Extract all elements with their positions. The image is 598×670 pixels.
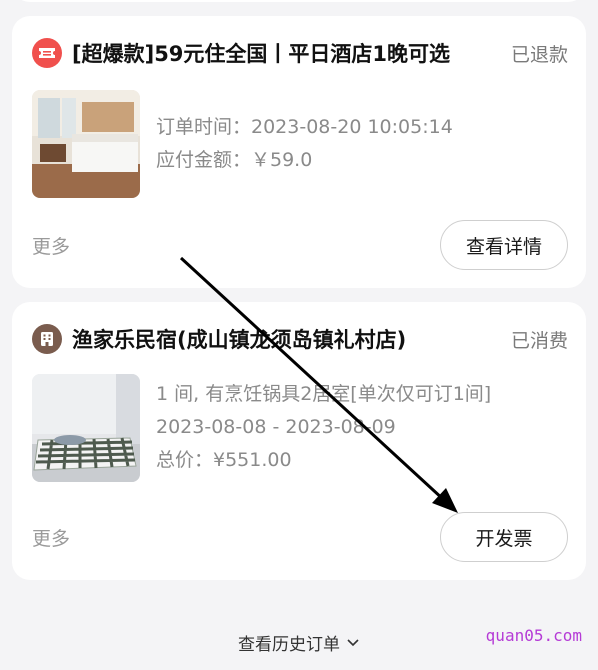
view-details-button[interactable]: 查看详情	[440, 220, 568, 270]
order-header: [超爆款]59元住全国丨平日酒店1晚可选 已退款	[32, 36, 568, 70]
more-button[interactable]: 更多	[32, 232, 70, 259]
total-price: 总价：¥551.00	[156, 449, 292, 471]
more-button[interactable]: 更多	[32, 524, 70, 551]
hotel-room-thumbnail[interactable]	[32, 90, 140, 198]
room-description: 1 间, 有烹饪锅具2居室[单次仅可订1间]	[156, 383, 492, 405]
order-card: 渔家乐民宿(成山镇龙须岛镇礼村店) 已消费 1 间, 有烹饪锅具2居室[单次仅可…	[12, 302, 586, 580]
amount-due: 应付金额：￥59.0	[156, 149, 313, 171]
bedroom-thumbnail[interactable]	[32, 374, 140, 482]
order-status: 已消费	[510, 329, 568, 352]
ticket-icon	[32, 38, 62, 68]
shop-name[interactable]: 渔家乐民宿(成山镇龙须岛镇礼村店)	[72, 324, 497, 354]
order-time: 订单时间：2023-08-20 10:05:14	[156, 116, 453, 138]
order-info: 1 间, 有烹饪锅具2居室[单次仅可订1间] 2023-08-08 - 2023…	[156, 378, 570, 477]
order-info: 订单时间：2023-08-20 10:05:14 应付金额：￥59.0	[156, 111, 570, 177]
stay-dates: 2023-08-08 - 2023-08-09	[156, 416, 396, 438]
chevron-down-icon	[347, 638, 359, 646]
previous-order-card	[12, 0, 586, 2]
building-icon	[32, 324, 62, 354]
order-card: [超爆款]59元住全国丨平日酒店1晚可选 已退款 订单时间：2023-08-20…	[12, 16, 586, 288]
shop-name[interactable]: [超爆款]59元住全国丨平日酒店1晚可选	[72, 38, 497, 68]
order-status: 已退款	[510, 43, 568, 66]
order-header: 渔家乐民宿(成山镇龙须岛镇礼村店) 已消费	[32, 322, 568, 356]
history-link-label: 查看历史订单	[238, 635, 340, 655]
watermark: quan05.com	[485, 626, 582, 645]
issue-invoice-button[interactable]: 开发票	[440, 512, 568, 562]
